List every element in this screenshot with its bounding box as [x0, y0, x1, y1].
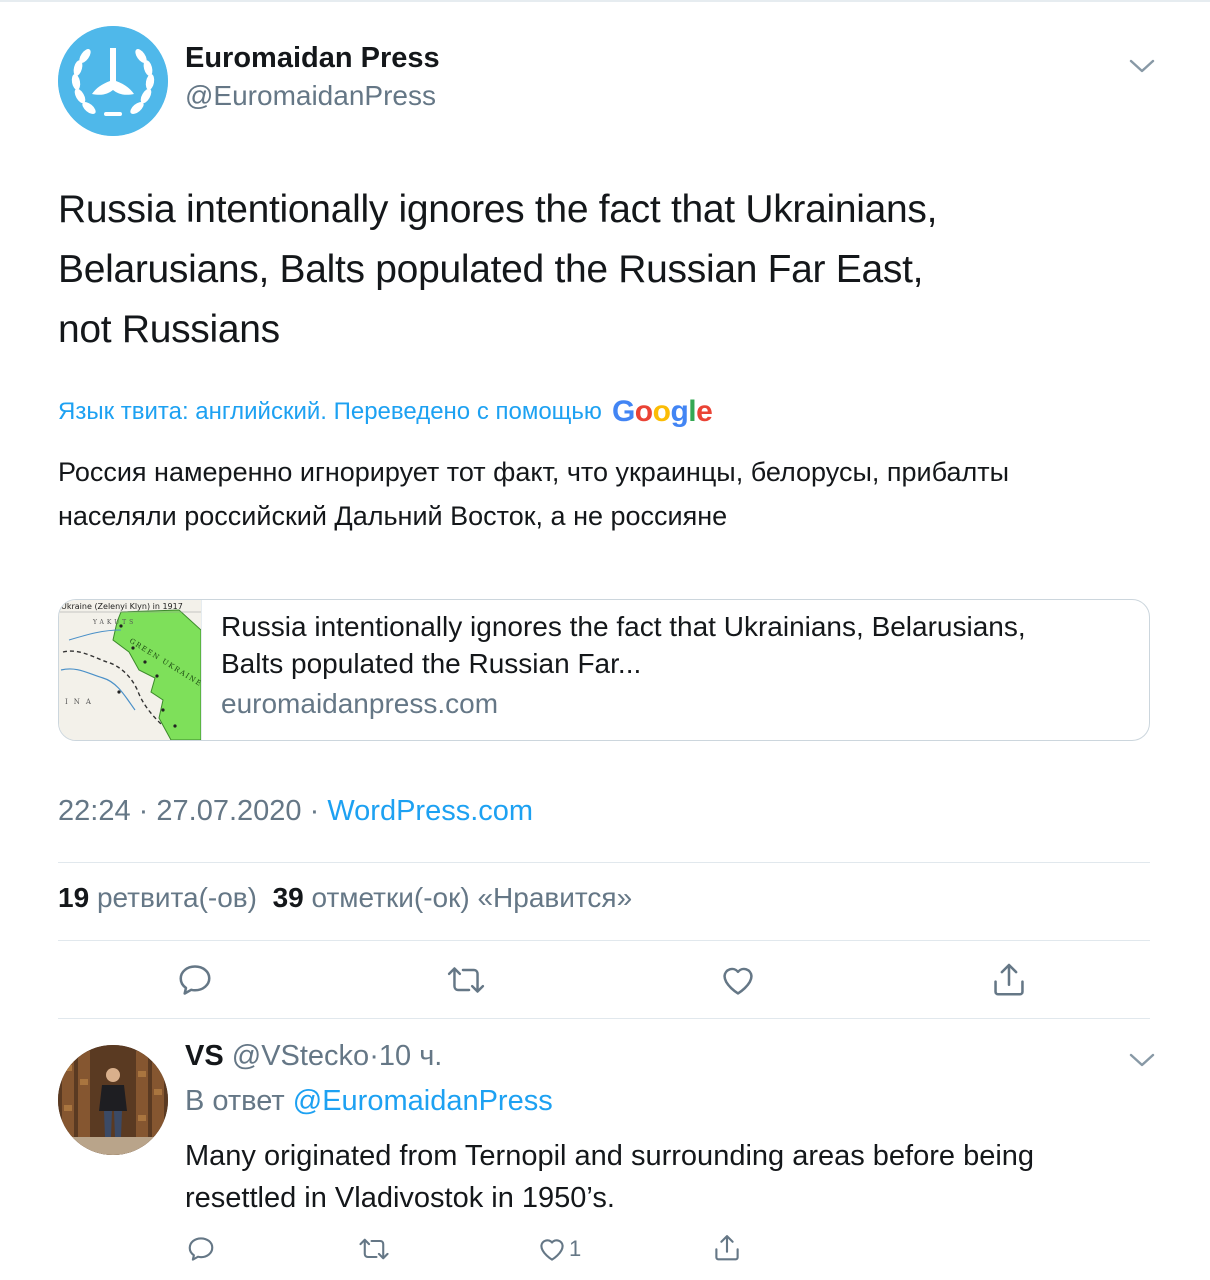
reply-age: 10 ч. — [378, 1040, 443, 1072]
share-icon — [994, 963, 1024, 996]
card-title[interactable]: Russia intentionally ignores the fact th… — [221, 608, 1121, 682]
retweet-icon — [359, 1238, 389, 1260]
map-label-yakuts: YAKUTS — [92, 619, 136, 626]
tweet-text: Russia intentionally ignores the fact th… — [58, 188, 938, 351]
likes-stat[interactable]: 39 отметки(-ок) «Нравится» — [273, 882, 633, 913]
reply-like-count: 1 — [569, 1236, 582, 1261]
link-card[interactable]: Ukraine (Zelenyi Klyn) in 1917 YAKUTS GR… — [58, 599, 1150, 741]
reply-header: VS @VStecko·10 ч. — [185, 1040, 442, 1073]
like-button[interactable] — [719, 961, 757, 999]
map-caption: Ukraine (Zelenyi Klyn) in 1917 — [61, 602, 183, 611]
reply-avatar[interactable] — [58, 1045, 168, 1155]
author-name[interactable]: Euromaidan Press — [185, 42, 440, 75]
reply-context: В ответ @EuromaidanPress — [185, 1085, 553, 1118]
reply-separator: · — [369, 1040, 379, 1072]
avatar[interactable] — [58, 26, 168, 136]
reply-button[interactable] — [176, 961, 214, 999]
chevron-down-icon[interactable] — [1128, 1050, 1156, 1070]
reply-retweet-button[interactable] — [358, 1234, 390, 1264]
card-domain: euromaidanpress.com — [221, 688, 499, 719]
retweets-label: ретвита(-ов) — [96, 882, 257, 913]
map-label-china: INA — [65, 698, 97, 706]
reply-icon — [188, 1237, 214, 1261]
tweet-time: 22:24 — [58, 795, 131, 827]
google-logo: Google — [611, 395, 713, 428]
reply-icon — [179, 965, 211, 995]
retweet-button[interactable] — [446, 961, 486, 999]
reply-text: Many originated from Ternopil and surrou… — [185, 1140, 1035, 1214]
card-thumbnail: Ukraine (Zelenyi Klyn) in 1917 YAKUTS GR… — [59, 600, 202, 740]
tweet-stats: 19 ретвита(-ов) 39 отметки(-ок) «Нравитс… — [58, 882, 632, 914]
meta-separator: · — [138, 795, 149, 827]
likes-count: 39 — [272, 882, 304, 913]
retweets-stat[interactable]: 19 ретвита(-ов) — [58, 882, 257, 913]
reply-reply-button[interactable] — [186, 1234, 216, 1264]
reply-author-handle[interactable]: @VStecko — [232, 1040, 369, 1072]
retweets-count: 19 — [58, 882, 90, 913]
meta-separator: · — [309, 795, 320, 827]
tweet-meta: 22:24 · 27.07.2020 · WordPress.com — [58, 795, 533, 828]
translation-attribution: Язык твита: английский. Переведено с пом… — [58, 390, 713, 434]
heart-icon — [723, 967, 753, 995]
retweet-icon — [447, 967, 485, 993]
tweet-source-link[interactable]: WordPress.com — [327, 795, 533, 827]
reply-share-button[interactable] — [712, 1233, 742, 1263]
reply-prefix: В ответ — [185, 1085, 285, 1117]
chevron-down-icon[interactable] — [1128, 56, 1156, 76]
reply-author-name[interactable]: VS — [185, 1040, 224, 1072]
author-handle[interactable]: @EuromaidanPress — [185, 80, 436, 112]
reply-like-button[interactable]: 1 — [537, 1234, 581, 1264]
likes-label: отметки(-ок) «Нравится» — [311, 882, 633, 913]
share-icon — [715, 1235, 739, 1261]
person-photo-icon — [58, 1045, 168, 1155]
tweet-date: 27.07.2020 — [156, 795, 302, 827]
top-divider — [0, 0, 1210, 2]
map-thumbnail-icon: Ukraine (Zelenyi Klyn) in 1917 YAKUTS GR… — [59, 600, 201, 740]
reply-mention-link[interactable]: @EuromaidanPress — [293, 1085, 553, 1117]
heart-icon — [540, 1239, 564, 1261]
divider — [58, 940, 1150, 941]
translated-text: Россия намеренно игнорирует тот факт, чт… — [58, 457, 1009, 531]
divider — [58, 1018, 1150, 1019]
euromaidan-logo-icon — [58, 26, 168, 136]
share-button[interactable] — [990, 961, 1028, 999]
divider — [58, 862, 1150, 863]
translation-label: Язык твита: английский. Переведено с пом… — [58, 398, 602, 425]
